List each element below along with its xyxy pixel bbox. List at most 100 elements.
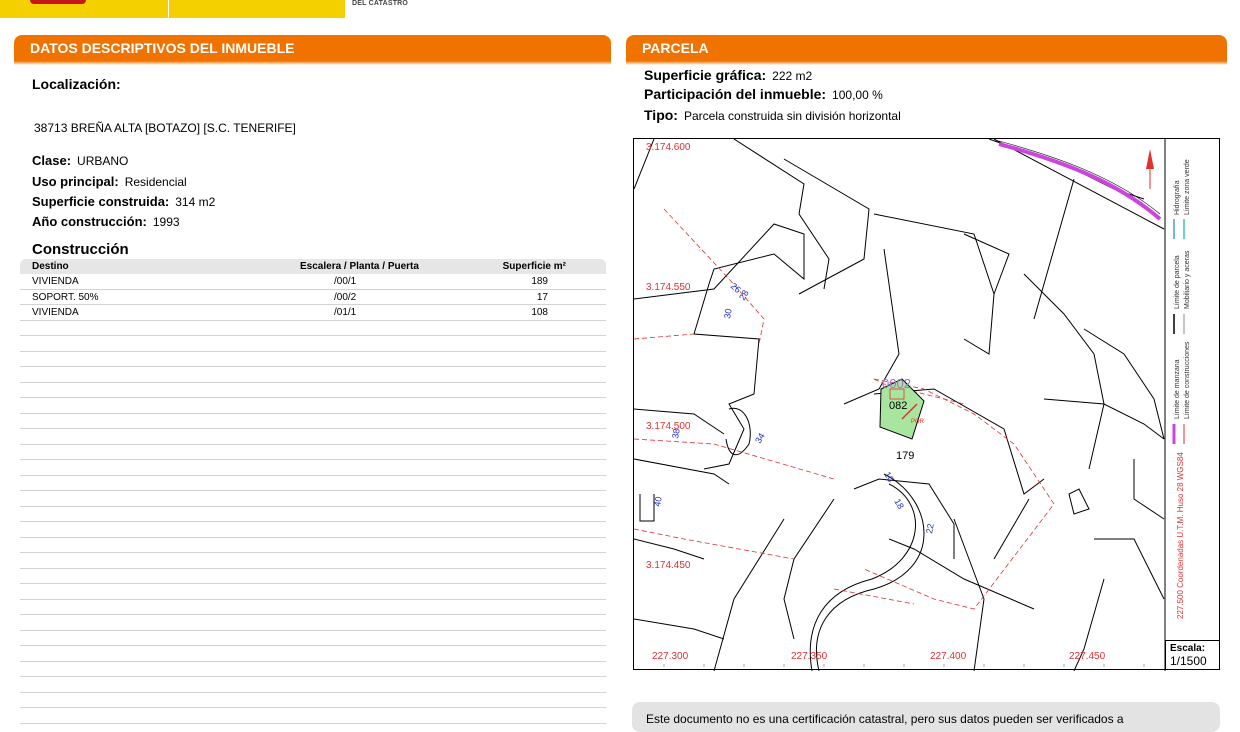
construccion-title: Construcción — [32, 241, 129, 258]
legend-item: Límite de manzana — [1174, 359, 1181, 419]
parcel-label-179: 179 — [896, 450, 914, 462]
grid-labels: 3.174.600 3.174.550 3.174.500 3.174.450 … — [646, 142, 1106, 662]
coordinate-note: 227.500 Coordenadas U.T.M. Huso 28 WGS84 — [1176, 452, 1185, 619]
empty-table-row — [20, 445, 606, 460]
y-label: 3.174.550 — [646, 282, 691, 293]
empty-table-row — [20, 538, 606, 553]
x-label: 227.450 — [1069, 651, 1106, 662]
empty-table-row — [20, 693, 606, 708]
empty-table-row — [20, 677, 606, 693]
empty-table-row — [20, 507, 606, 522]
cell-planta: /01/1 — [334, 307, 357, 318]
empty-table-row — [20, 615, 606, 631]
clase-label: Clase: — [32, 153, 72, 168]
uso-row: Uso principal: Residencial — [32, 173, 187, 191]
street-number: 30 — [722, 308, 734, 320]
superficie-grafica-label: Superficie gráfica: — [644, 67, 767, 83]
empty-table-row — [20, 321, 606, 336]
cell-planta: /00/2 — [334, 291, 357, 303]
cell-destino: VIVIENDA — [32, 307, 79, 318]
cell-destino: VIVIENDA — [32, 276, 79, 287]
inmueble-title-bold: INMUEBLE — [221, 40, 295, 56]
empty-table-row — [20, 569, 606, 584]
empty-table-row — [20, 429, 606, 445]
x-label: 227.350 — [791, 651, 828, 662]
uso-value: Residencial — [124, 175, 187, 189]
tipo-value: Parcela construida sin división horizont… — [683, 109, 901, 123]
parcela-title: PARCELA — [642, 40, 709, 56]
cadastral-map[interactable]: 3.174.600 3.174.550 3.174.500 3.174.450 … — [633, 138, 1220, 671]
parcel-label-por: POR — [911, 419, 925, 425]
street-number: 10 — [882, 470, 896, 484]
empty-table-row — [20, 600, 606, 615]
legend-item: Mobiliario y aceras — [1184, 250, 1191, 309]
cell-superficie: 189 — [531, 276, 548, 287]
x-label: 227.400 — [930, 651, 967, 662]
street-number: 40 — [652, 496, 664, 508]
empty-table-row — [20, 336, 606, 352]
north-arrow-icon — [1146, 149, 1154, 169]
superficie-label: Superficie construida: — [32, 194, 170, 209]
street-number: 38 — [670, 428, 682, 440]
superficie-grafica-value: 222 m2 — [772, 69, 813, 83]
anio-label: Año construcción: — [32, 214, 147, 229]
empty-table-row — [20, 553, 606, 569]
empty-rows — [20, 321, 606, 724]
localizacion-row: Localización: — [32, 76, 121, 94]
footer-note: Este documento no es una certificación c… — [632, 702, 1220, 732]
empty-table-row — [20, 662, 606, 677]
street-number: 18 — [892, 497, 906, 511]
tipo-label: Tipo: — [644, 107, 678, 123]
map-svg: 3.174.600 3.174.550 3.174.500 3.174.450 … — [634, 139, 1191, 671]
parcela-section-header: PARCELA — [626, 35, 1227, 65]
empty-table-row — [20, 352, 606, 367]
superficie-grafica-row: Superficie gráfica: 222 m2 — [644, 67, 812, 85]
empty-table-row — [20, 476, 606, 491]
legend-item: Hidrografía — [1174, 180, 1181, 215]
empty-table-row — [20, 584, 606, 600]
cell-destino: SOPORT. 50% — [32, 291, 99, 303]
legend-item: Límite zona verde — [1184, 159, 1191, 215]
magenta-line — [998, 142, 1162, 221]
axis-ticks — [663, 664, 1145, 667]
address: 38713 BREÑA ALTA [BOTAZO] [S.C. TENERIFE… — [34, 121, 296, 135]
x-label: 227.300 — [652, 651, 689, 662]
construccion-table: Destino Escalera / Planta / Puerta Super… — [20, 259, 606, 724]
table-row: SOPORT. 50% /00/2 17 — [20, 290, 606, 305]
participacion-label: Participación del inmueble: — [644, 86, 827, 102]
clase-value: URBANO — [77, 154, 129, 168]
scale-label: Escala: — [1170, 643, 1206, 654]
anio-value: 1993 — [152, 215, 180, 229]
empty-table-row — [20, 491, 606, 507]
tipo-row: Tipo: Parcela construida sin división hor… — [644, 107, 901, 125]
scale-box: Escala: 1/1500 — [1165, 640, 1220, 670]
cell-planta: /00/1 — [334, 276, 357, 287]
empty-table-row — [20, 383, 606, 398]
empty-table-row — [20, 367, 606, 383]
logo-divider — [168, 0, 169, 18]
y-label: 3.174.500 — [646, 421, 691, 432]
scale-value: 1/1500 — [1170, 654, 1207, 668]
logo-banner — [0, 0, 345, 18]
y-label: 3.174.450 — [646, 560, 691, 571]
cell-superficie: 108 — [531, 307, 548, 318]
legend-item: Límite de parcela — [1174, 255, 1181, 309]
parcel-label-082: 082 — [889, 400, 907, 412]
header-destino: Destino — [32, 261, 69, 272]
header-superficie: Superficie m² — [502, 261, 566, 272]
empty-table-row — [20, 631, 606, 646]
empty-table-row — [20, 414, 606, 429]
y-label: 3.174.600 — [646, 142, 691, 153]
clase-row: Clase: URBANO — [32, 152, 128, 170]
superficie-row: Superficie construida: 314 m2 — [32, 193, 215, 211]
inmueble-section-header: DATOS DESCRIPTIVOS DEL INMUEBLE — [14, 35, 611, 65]
superficie-value: 314 m2 — [175, 195, 216, 209]
participacion-row: Participación del inmueble: 100,00 % — [644, 86, 883, 104]
table-header: Destino Escalera / Planta / Puerta Super… — [20, 259, 606, 274]
uso-label: Uso principal: — [32, 174, 119, 189]
cell-superficie: 17 — [536, 291, 548, 303]
block-limits — [634, 208, 1055, 610]
logo-emblem — [30, 0, 86, 4]
table-row: VIVIENDA /00/1 189 — [20, 274, 606, 290]
empty-table-row — [20, 708, 606, 724]
